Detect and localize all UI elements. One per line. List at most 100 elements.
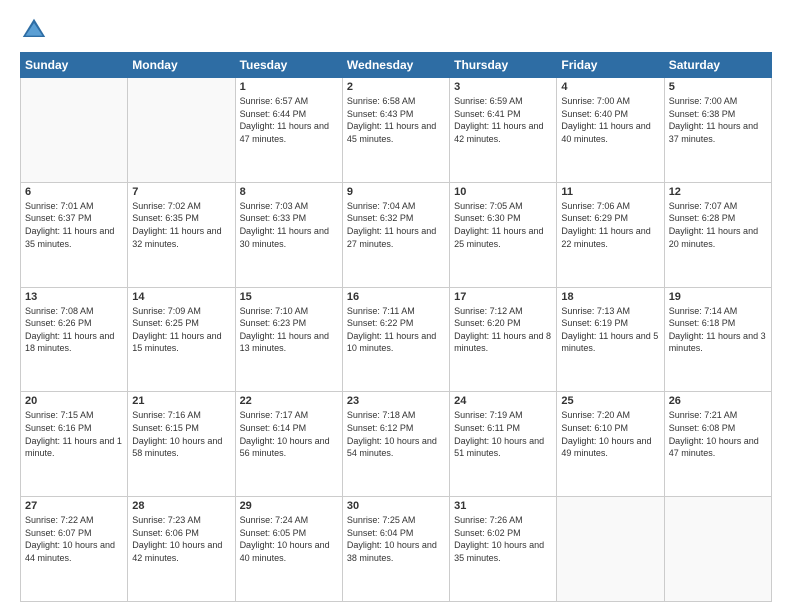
calendar-day-cell: 16 Sunrise: 7:11 AMSunset: 6:22 PMDayligh… <box>342 287 449 392</box>
day-number: 17 <box>454 291 552 303</box>
calendar-day-cell: 25 Sunrise: 7:20 AMSunset: 6:10 PMDayligh… <box>557 392 664 497</box>
day-number: 1 <box>240 81 338 93</box>
day-number: 24 <box>454 395 552 407</box>
calendar-day-cell: 19 Sunrise: 7:14 AMSunset: 6:18 PMDayligh… <box>664 287 771 392</box>
day-number: 14 <box>132 291 230 303</box>
header <box>20 16 772 44</box>
day-detail: Sunrise: 7:03 AMSunset: 6:33 PMDaylight:… <box>240 200 338 250</box>
day-number: 8 <box>240 186 338 198</box>
day-detail: Sunrise: 7:04 AMSunset: 6:32 PMDaylight:… <box>347 200 445 250</box>
calendar-day-cell: 30Sunrise: 7:25 AMSunset: 6:04 PMDayligh… <box>342 497 449 602</box>
day-detail: Sunrise: 7:18 AMSunset: 6:12 PMDaylight:… <box>347 409 445 459</box>
day-detail: Sunrise: 7:12 AMSunset: 6:20 PMDaylight:… <box>454 305 552 355</box>
day-number: 20 <box>25 395 123 407</box>
day-detail: Sunrise: 7:01 AMSunset: 6:37 PMDaylight:… <box>25 200 123 250</box>
day-detail: Sunrise: 7:21 AMSunset: 6:08 PMDaylight:… <box>669 409 767 459</box>
calendar-day-cell: 13 Sunrise: 7:08 AMSunset: 6:26 PMDayligh… <box>21 287 128 392</box>
day-detail: Sunrise: 7:15 AMSunset: 6:16 PMDaylight:… <box>25 409 123 459</box>
day-detail: Sunrise: 7:06 AMSunset: 6:29 PMDaylight:… <box>561 200 659 250</box>
day-detail: Sunrise: 7:20 AMSunset: 6:10 PMDaylight:… <box>561 409 659 459</box>
day-detail: Sunrise: 7:24 AMSunset: 6:05 PMDaylight:… <box>240 514 338 564</box>
calendar-day-cell: 11 Sunrise: 7:06 AMSunset: 6:29 PMDayligh… <box>557 182 664 287</box>
weekday-header-monday: Monday <box>128 53 235 78</box>
calendar-day-cell: 9 Sunrise: 7:04 AMSunset: 6:32 PMDaylight… <box>342 182 449 287</box>
day-detail: Sunrise: 7:02 AMSunset: 6:35 PMDaylight:… <box>132 200 230 250</box>
day-number: 12 <box>669 186 767 198</box>
day-detail: Sunrise: 7:26 AMSunset: 6:02 PMDaylight:… <box>454 514 552 564</box>
calendar-week-row: 20 Sunrise: 7:15 AMSunset: 6:16 PMDayligh… <box>21 392 772 497</box>
day-number: 6 <box>25 186 123 198</box>
day-detail: Sunrise: 6:58 AMSunset: 6:43 PMDaylight:… <box>347 95 445 145</box>
calendar-day-cell: 17 Sunrise: 7:12 AMSunset: 6:20 PMDayligh… <box>450 287 557 392</box>
calendar-day-cell: 18 Sunrise: 7:13 AMSunset: 6:19 PMDayligh… <box>557 287 664 392</box>
day-detail: Sunrise: 7:00 AMSunset: 6:38 PMDaylight:… <box>669 95 767 145</box>
weekday-header-row: SundayMondayTuesdayWednesdayThursdayFrid… <box>21 53 772 78</box>
calendar-day-cell: 8 Sunrise: 7:03 AMSunset: 6:33 PMDaylight… <box>235 182 342 287</box>
day-detail: Sunrise: 7:22 AMSunset: 6:07 PMDaylight:… <box>25 514 123 564</box>
day-number: 29 <box>240 500 338 512</box>
weekday-header-tuesday: Tuesday <box>235 53 342 78</box>
day-number: 2 <box>347 81 445 93</box>
calendar-day-cell <box>557 497 664 602</box>
calendar-day-cell: 31 Sunrise: 7:26 AMSunset: 6:02 PMDayligh… <box>450 497 557 602</box>
day-number: 30 <box>347 500 445 512</box>
calendar-day-cell: 10 Sunrise: 7:05 AMSunset: 6:30 PMDayligh… <box>450 182 557 287</box>
calendar-day-cell: 26 Sunrise: 7:21 AMSunset: 6:08 PMDayligh… <box>664 392 771 497</box>
day-detail: Sunrise: 7:05 AMSunset: 6:30 PMDaylight:… <box>454 200 552 250</box>
day-number: 10 <box>454 186 552 198</box>
calendar-day-cell: 22 Sunrise: 7:17 AMSunset: 6:14 PMDayligh… <box>235 392 342 497</box>
day-number: 25 <box>561 395 659 407</box>
calendar-week-row: 6 Sunrise: 7:01 AMSunset: 6:37 PMDaylight… <box>21 182 772 287</box>
day-number: 11 <box>561 186 659 198</box>
weekday-header-friday: Friday <box>557 53 664 78</box>
weekday-header-thursday: Thursday <box>450 53 557 78</box>
calendar-table: SundayMondayTuesdayWednesdayThursdayFrid… <box>20 52 772 602</box>
calendar-day-cell: 20 Sunrise: 7:15 AMSunset: 6:16 PMDayligh… <box>21 392 128 497</box>
calendar-day-cell: 27 Sunrise: 7:22 AMSunset: 6:07 PMDayligh… <box>21 497 128 602</box>
calendar-day-cell: 3 Sunrise: 6:59 AMSunset: 6:41 PMDaylight… <box>450 78 557 183</box>
day-detail: Sunrise: 7:19 AMSunset: 6:11 PMDaylight:… <box>454 409 552 459</box>
calendar-week-row: 1Sunrise: 6:57 AMSunset: 6:44 PMDaylight… <box>21 78 772 183</box>
day-number: 15 <box>240 291 338 303</box>
day-number: 27 <box>25 500 123 512</box>
calendar-day-cell: 7 Sunrise: 7:02 AMSunset: 6:35 PMDaylight… <box>128 182 235 287</box>
day-number: 21 <box>132 395 230 407</box>
day-number: 28 <box>132 500 230 512</box>
calendar-week-row: 13 Sunrise: 7:08 AMSunset: 6:26 PMDayligh… <box>21 287 772 392</box>
logo-icon <box>20 16 48 44</box>
day-number: 26 <box>669 395 767 407</box>
day-number: 5 <box>669 81 767 93</box>
calendar-day-cell <box>128 78 235 183</box>
day-number: 18 <box>561 291 659 303</box>
day-detail: Sunrise: 7:17 AMSunset: 6:14 PMDaylight:… <box>240 409 338 459</box>
day-number: 4 <box>561 81 659 93</box>
calendar-day-cell: 5 Sunrise: 7:00 AMSunset: 6:38 PMDaylight… <box>664 78 771 183</box>
calendar-week-row: 27 Sunrise: 7:22 AMSunset: 6:07 PMDayligh… <box>21 497 772 602</box>
day-detail: Sunrise: 7:13 AMSunset: 6:19 PMDaylight:… <box>561 305 659 355</box>
day-number: 23 <box>347 395 445 407</box>
calendar-day-cell: 24 Sunrise: 7:19 AMSunset: 6:11 PMDayligh… <box>450 392 557 497</box>
day-number: 7 <box>132 186 230 198</box>
day-detail: Sunrise: 7:07 AMSunset: 6:28 PMDaylight:… <box>669 200 767 250</box>
day-number: 19 <box>669 291 767 303</box>
calendar-day-cell: 14Sunrise: 7:09 AMSunset: 6:25 PMDayligh… <box>128 287 235 392</box>
weekday-header-wednesday: Wednesday <box>342 53 449 78</box>
calendar-day-cell: 29 Sunrise: 7:24 AMSunset: 6:05 PMDayligh… <box>235 497 342 602</box>
day-number: 3 <box>454 81 552 93</box>
weekday-header-sunday: Sunday <box>21 53 128 78</box>
calendar-day-cell: 12 Sunrise: 7:07 AMSunset: 6:28 PMDayligh… <box>664 182 771 287</box>
day-number: 13 <box>25 291 123 303</box>
day-detail: Sunrise: 7:08 AMSunset: 6:26 PMDaylight:… <box>25 305 123 355</box>
day-detail: Sunrise: 7:11 AMSunset: 6:22 PMDaylight:… <box>347 305 445 355</box>
day-number: 22 <box>240 395 338 407</box>
calendar-day-cell: 15 Sunrise: 7:10 AMSunset: 6:23 PMDayligh… <box>235 287 342 392</box>
day-number: 31 <box>454 500 552 512</box>
day-detail: Sunrise: 7:10 AMSunset: 6:23 PMDaylight:… <box>240 305 338 355</box>
calendar-day-cell <box>21 78 128 183</box>
day-detail: Sunrise: 7:14 AMSunset: 6:18 PMDaylight:… <box>669 305 767 355</box>
day-number: 16 <box>347 291 445 303</box>
day-number: 9 <box>347 186 445 198</box>
day-detail: Sunrise: 7:16 AMSunset: 6:15 PMDaylight:… <box>132 409 230 459</box>
calendar-day-cell: 28Sunrise: 7:23 AMSunset: 6:06 PMDayligh… <box>128 497 235 602</box>
day-detail: Sunrise: 6:59 AMSunset: 6:41 PMDaylight:… <box>454 95 552 145</box>
